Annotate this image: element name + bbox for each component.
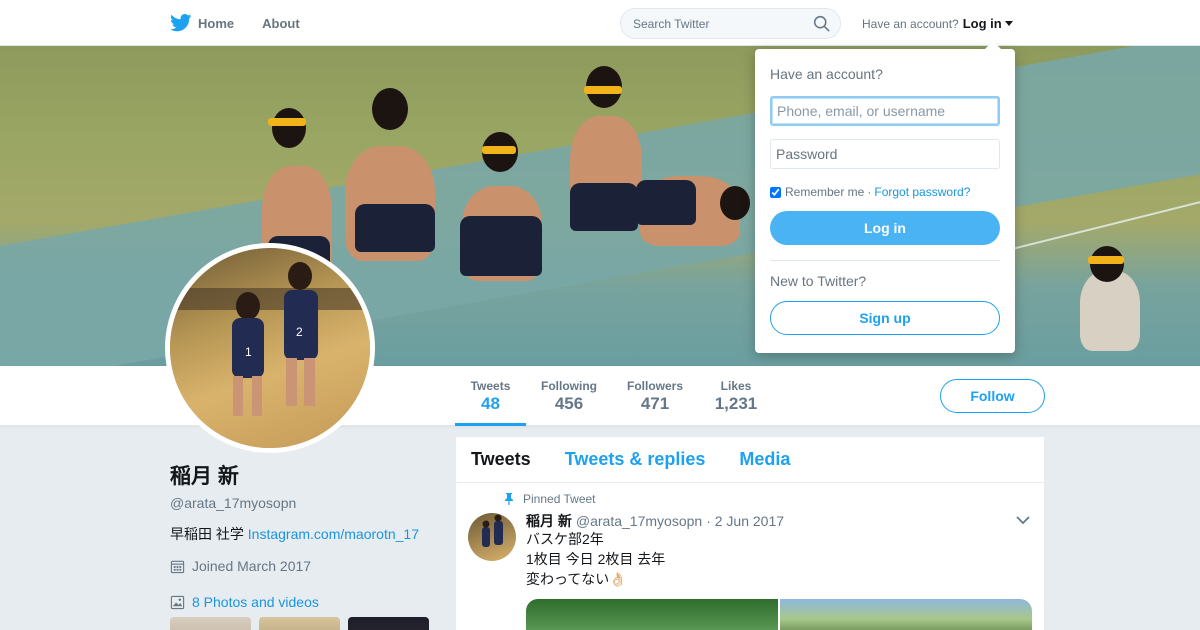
- photo-icon: [170, 595, 185, 609]
- nav-left: Home About: [170, 0, 328, 46]
- tweet-text: バスケ部2年 1枚目 今日 2枚目 去年 変わってない👌🏻: [526, 529, 665, 589]
- stat-tweets[interactable]: Tweets 48: [455, 366, 526, 426]
- tab-tweets-replies[interactable]: Tweets & replies: [565, 449, 706, 470]
- account-prompt: Have an account? Log in: [862, 16, 1013, 31]
- password-field[interactable]: [770, 139, 1000, 169]
- photo-thumbnail[interactable]: [348, 617, 429, 630]
- divider: [770, 260, 1000, 261]
- login-button[interactable]: Log in: [770, 211, 1000, 245]
- profile-avatar[interactable]: 1 2: [165, 243, 375, 453]
- stat-value: 456: [554, 394, 584, 413]
- signup-button[interactable]: Sign up: [770, 301, 1000, 335]
- photo-thumbnail[interactable]: [259, 617, 340, 630]
- home-label: Home: [198, 15, 235, 31]
- tweet-avatar-illustration: [482, 514, 503, 547]
- stat-label: Following: [541, 379, 597, 393]
- photos-videos-link[interactable]: 8 Photos and videos: [170, 594, 440, 610]
- tweet-photo[interactable]: [780, 599, 1032, 630]
- stat-value: 48: [481, 394, 500, 413]
- login-link-label: Log in: [962, 16, 1002, 31]
- timeline-tabs: Tweets Tweets & replies Media: [456, 437, 1044, 483]
- pinned-tweet-label: Pinned Tweet: [504, 492, 596, 506]
- stat-value: 471: [640, 394, 670, 413]
- about-link[interactable]: About: [262, 16, 300, 31]
- calendar-icon: [170, 560, 185, 573]
- remember-row: Remember me · Forgot password?: [770, 185, 1000, 199]
- search-icon[interactable]: [813, 15, 830, 32]
- stat-likes[interactable]: Likes 1,231: [708, 366, 764, 426]
- tweet-photo[interactable]: [526, 599, 778, 630]
- joined-date: Joined March 2017: [170, 558, 440, 574]
- tweet-line: 1枚目 今日 2枚目 去年: [526, 551, 666, 567]
- dropdown-title: Have an account?: [770, 66, 883, 82]
- search-input[interactable]: [621, 9, 801, 38]
- tweet-media: [526, 599, 1032, 630]
- tweet-line: 変わってない👌🏻: [526, 571, 627, 587]
- photos-label: 8 Photos and videos: [192, 594, 319, 610]
- remember-me-checkbox[interactable]: [770, 186, 781, 198]
- stat-value: 1,231: [714, 394, 758, 413]
- separator-dot: ·: [867, 185, 872, 199]
- tweet-date[interactable]: · 2 Jun 2017: [706, 513, 784, 529]
- svg-text:1: 1: [245, 345, 252, 359]
- tab-tweets[interactable]: Tweets: [471, 449, 531, 470]
- profile-sidebar: 稲月 新 @arata_17myosopn 早稲田 社学 Instagram.c…: [170, 460, 440, 630]
- caret-down-icon: [1004, 21, 1013, 26]
- username-field[interactable]: [770, 96, 1000, 126]
- tweet-avatar[interactable]: [468, 513, 516, 561]
- chevron-down-icon[interactable]: [1016, 515, 1030, 525]
- have-account-text: Have an account?: [862, 16, 959, 31]
- photo-thumbnails: [170, 617, 429, 630]
- forgot-password-link[interactable]: Forgot password?: [874, 185, 970, 199]
- pinned-text: Pinned Tweet: [523, 492, 596, 506]
- tweet-line: バスケ部2年: [526, 531, 604, 547]
- tweet-author-name[interactable]: 稲月 新: [526, 511, 572, 531]
- tweet-header: 稲月 新 @arata_17myosopn · 2 Jun 2017: [526, 511, 784, 531]
- bio-text: 早稲田 社学: [170, 526, 248, 542]
- new-to-twitter-label: New to Twitter?: [770, 273, 867, 289]
- search-box: [620, 8, 841, 39]
- profile-bio: 早稲田 社学 Instagram.com/maorotn_17: [170, 524, 440, 544]
- login-dropdown: Have an account? Remember me · Forgot pa…: [755, 41, 1015, 353]
- timeline: Tweets Tweets & replies Media Pinned Twe…: [456, 437, 1044, 630]
- avatar-players-illustration: 1 2: [232, 262, 318, 416]
- bio-link[interactable]: Instagram.com/maorotn_17: [248, 526, 419, 542]
- follow-button[interactable]: Follow: [940, 379, 1045, 413]
- pin-icon: [505, 493, 513, 505]
- joined-label: Joined March 2017: [192, 558, 312, 574]
- profile-name: 稲月 新: [170, 465, 239, 488]
- stat-label: Likes: [720, 379, 752, 393]
- about-label: About: [262, 15, 300, 31]
- home-link[interactable]: Home: [170, 14, 234, 32]
- twitter-bird-icon: [170, 14, 192, 32]
- svg-text:2: 2: [296, 325, 303, 339]
- stat-followers[interactable]: Followers 471: [622, 366, 688, 426]
- tab-media[interactable]: Media: [739, 449, 790, 470]
- tweet-author-handle[interactable]: @arata_17myosopn: [576, 513, 702, 529]
- profile-handle: @arata_17myosopn: [170, 495, 297, 511]
- stat-label: Tweets: [470, 379, 511, 393]
- stat-label: Followers: [626, 379, 683, 393]
- stat-following[interactable]: Following 456: [536, 366, 602, 426]
- photo-thumbnail[interactable]: [170, 617, 251, 630]
- top-navigation: Home About Have an account? Log in: [0, 0, 1200, 46]
- remember-me-label: Remember me: [785, 185, 865, 199]
- login-dropdown-toggle[interactable]: Log in: [963, 16, 1013, 31]
